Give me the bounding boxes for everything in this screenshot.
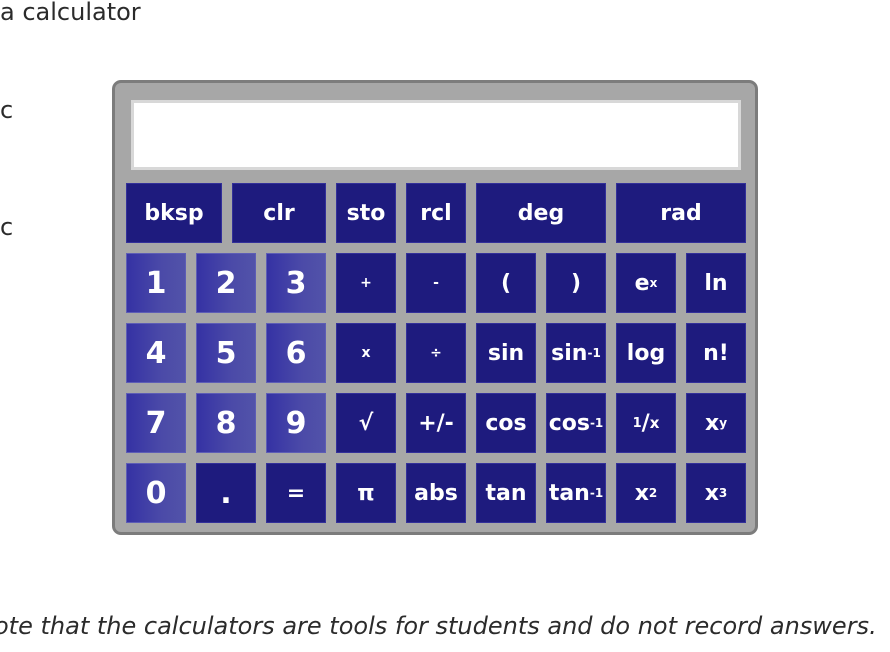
- natural-log-button[interactable]: ln: [686, 253, 746, 313]
- recall-button[interactable]: rcl: [406, 183, 466, 243]
- add-button[interactable]: +: [336, 253, 396, 313]
- exp-base: e: [634, 270, 650, 296]
- reciprocal-numerator: 1: [632, 415, 642, 431]
- digit-9-button[interactable]: 9: [266, 393, 326, 453]
- divide-button[interactable]: ÷: [406, 323, 466, 383]
- power-base: x: [704, 410, 720, 436]
- reciprocal-denominator: x: [649, 414, 660, 432]
- clear-button[interactable]: clr: [232, 183, 326, 243]
- multiply-button[interactable]: x: [336, 323, 396, 383]
- side-label-2: c: [0, 213, 14, 241]
- arctangent-button[interactable]: tan -1: [546, 463, 606, 523]
- absolute-value-button[interactable]: abs: [406, 463, 466, 523]
- digit-0-button[interactable]: 0: [126, 463, 186, 523]
- calculator-display[interactable]: [131, 100, 741, 170]
- digit-3-button[interactable]: 3: [266, 253, 326, 313]
- cube-button[interactable]: x3: [686, 463, 746, 523]
- plus-minus-button[interactable]: +/-: [406, 393, 466, 453]
- arcsine-base: sin: [551, 340, 588, 366]
- exp-superscript: x: [649, 276, 658, 290]
- cube-superscript: 3: [718, 486, 728, 500]
- calculator: bksp clr sto rcl deg rad 1 2 3 + - ( ) e…: [112, 80, 758, 535]
- equals-button[interactable]: =: [266, 463, 326, 523]
- footer-note: ote that the calculators are tools for s…: [0, 612, 877, 640]
- digit-5-button[interactable]: 5: [196, 323, 256, 383]
- arcsine-button[interactable]: sin -1: [546, 323, 606, 383]
- arccosine-base: cos: [548, 410, 590, 436]
- reciprocal-slash: /: [641, 410, 650, 436]
- arcsine-superscript: -1: [587, 346, 601, 360]
- arccosine-superscript: -1: [589, 416, 604, 430]
- reciprocal-button[interactable]: 1/x: [616, 393, 676, 453]
- backspace-button[interactable]: bksp: [126, 183, 222, 243]
- log-button[interactable]: log: [616, 323, 676, 383]
- left-paren-button[interactable]: (: [476, 253, 536, 313]
- subtract-button[interactable]: -: [406, 253, 466, 313]
- radians-button[interactable]: rad: [616, 183, 746, 243]
- arctangent-superscript: -1: [589, 486, 604, 500]
- tangent-button[interactable]: tan: [476, 463, 536, 523]
- degrees-button[interactable]: deg: [476, 183, 606, 243]
- arctangent-base: tan: [548, 480, 590, 506]
- sine-button[interactable]: sin: [476, 323, 536, 383]
- power-button[interactable]: xy: [686, 393, 746, 453]
- digit-1-button[interactable]: 1: [126, 253, 186, 313]
- store-button[interactable]: sto: [336, 183, 396, 243]
- factorial-button[interactable]: n!: [686, 323, 746, 383]
- decimal-button[interactable]: .: [196, 463, 256, 523]
- arccosine-button[interactable]: cos -1: [546, 393, 606, 453]
- page-heading: a calculator: [0, 0, 141, 26]
- exp-button[interactable]: ex: [616, 253, 676, 313]
- pi-button[interactable]: π: [336, 463, 396, 523]
- digit-8-button[interactable]: 8: [196, 393, 256, 453]
- square-root-button[interactable]: √: [336, 393, 396, 453]
- cube-base: x: [704, 480, 719, 506]
- digit-4-button[interactable]: 4: [126, 323, 186, 383]
- cosine-button[interactable]: cos: [476, 393, 536, 453]
- right-paren-button[interactable]: ): [546, 253, 606, 313]
- square-button[interactable]: x2: [616, 463, 676, 523]
- square-superscript: 2: [648, 486, 658, 500]
- digit-6-button[interactable]: 6: [266, 323, 326, 383]
- digit-7-button[interactable]: 7: [126, 393, 186, 453]
- digit-2-button[interactable]: 2: [196, 253, 256, 313]
- power-superscript: y: [719, 416, 728, 430]
- side-label-1: c: [0, 96, 14, 124]
- square-base: x: [634, 480, 649, 506]
